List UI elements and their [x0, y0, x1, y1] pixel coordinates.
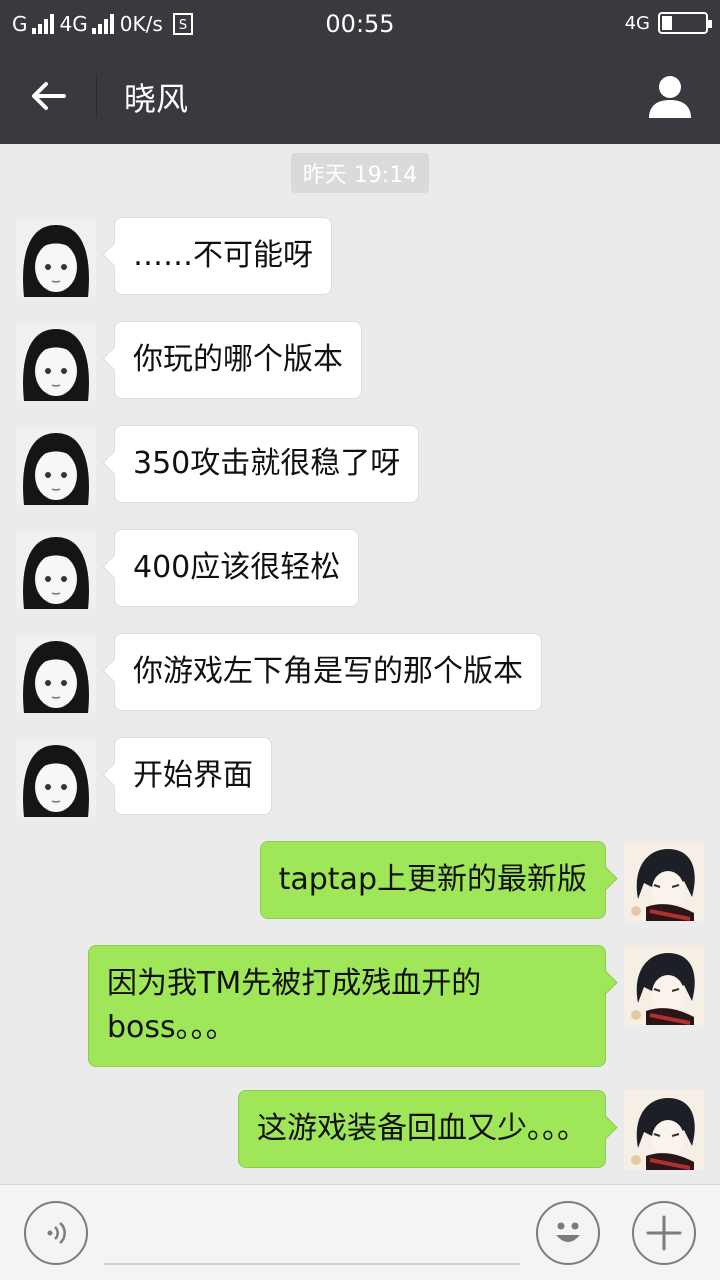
emoji-button[interactable] — [536, 1201, 600, 1265]
battery-icon — [658, 12, 712, 34]
network-type: 4G — [624, 12, 650, 34]
outgoing-bubble[interactable]: taptap上更新的最新版 — [259, 841, 606, 919]
profile-button[interactable] — [646, 72, 694, 120]
voice-icon — [47, 1222, 66, 1244]
my-avatar[interactable] — [624, 1090, 704, 1170]
incoming-bubble[interactable]: 你玩的哪个版本 — [114, 321, 362, 399]
more-button[interactable] — [632, 1201, 696, 1265]
timestamp: 昨天 19:14 — [291, 153, 429, 193]
contact-avatar[interactable] — [16, 529, 96, 609]
back-button[interactable] — [24, 72, 72, 120]
input-bar — [0, 1184, 720, 1280]
arrow-left-icon — [32, 82, 66, 110]
title-bar: 晓风 — [0, 48, 720, 144]
contact-avatar[interactable] — [16, 633, 96, 713]
smiley-icon — [556, 1222, 580, 1242]
incoming-bubble[interactable]: 400应该很轻松 — [114, 529, 360, 607]
header-divider — [96, 74, 97, 118]
my-avatar[interactable] — [624, 945, 704, 1025]
incoming-bubble[interactable]: 350攻击就很稳了呀 — [114, 425, 420, 503]
my-avatar[interactable] — [624, 841, 704, 921]
contact-avatar[interactable] — [16, 425, 96, 505]
person-icon — [649, 76, 691, 118]
clock: 00:55 — [325, 10, 395, 38]
voice-button[interactable] — [24, 1201, 88, 1265]
outgoing-bubble[interactable]: 这游戏装备回血又少。。。 — [238, 1090, 606, 1168]
contact-avatar[interactable] — [16, 321, 96, 401]
outgoing-bubble[interactable]: 因为我TM先被打成残血开的boss。。。 — [88, 945, 606, 1067]
chat-area[interactable]: 昨天 19:14 ……不可能呀 你玩的哪个版本 350攻击就很稳了呀 400应该… — [0, 144, 720, 1184]
contact-avatar[interactable] — [16, 217, 96, 297]
incoming-bubble[interactable]: ……不可能呀 — [114, 217, 332, 295]
contact-avatar[interactable] — [16, 737, 96, 817]
incoming-bubble[interactable]: 你游戏左下角是写的那个版本 — [114, 633, 542, 711]
plus-icon — [646, 1215, 682, 1251]
chat-title: 晓风 — [124, 80, 189, 118]
status-right: 4G — [624, 12, 712, 34]
message-input[interactable] — [104, 1263, 520, 1265]
status-bar: G 4G 0K/s S 00:55 4G — [0, 0, 720, 48]
incoming-bubble[interactable]: 开始界面 — [114, 737, 272, 815]
